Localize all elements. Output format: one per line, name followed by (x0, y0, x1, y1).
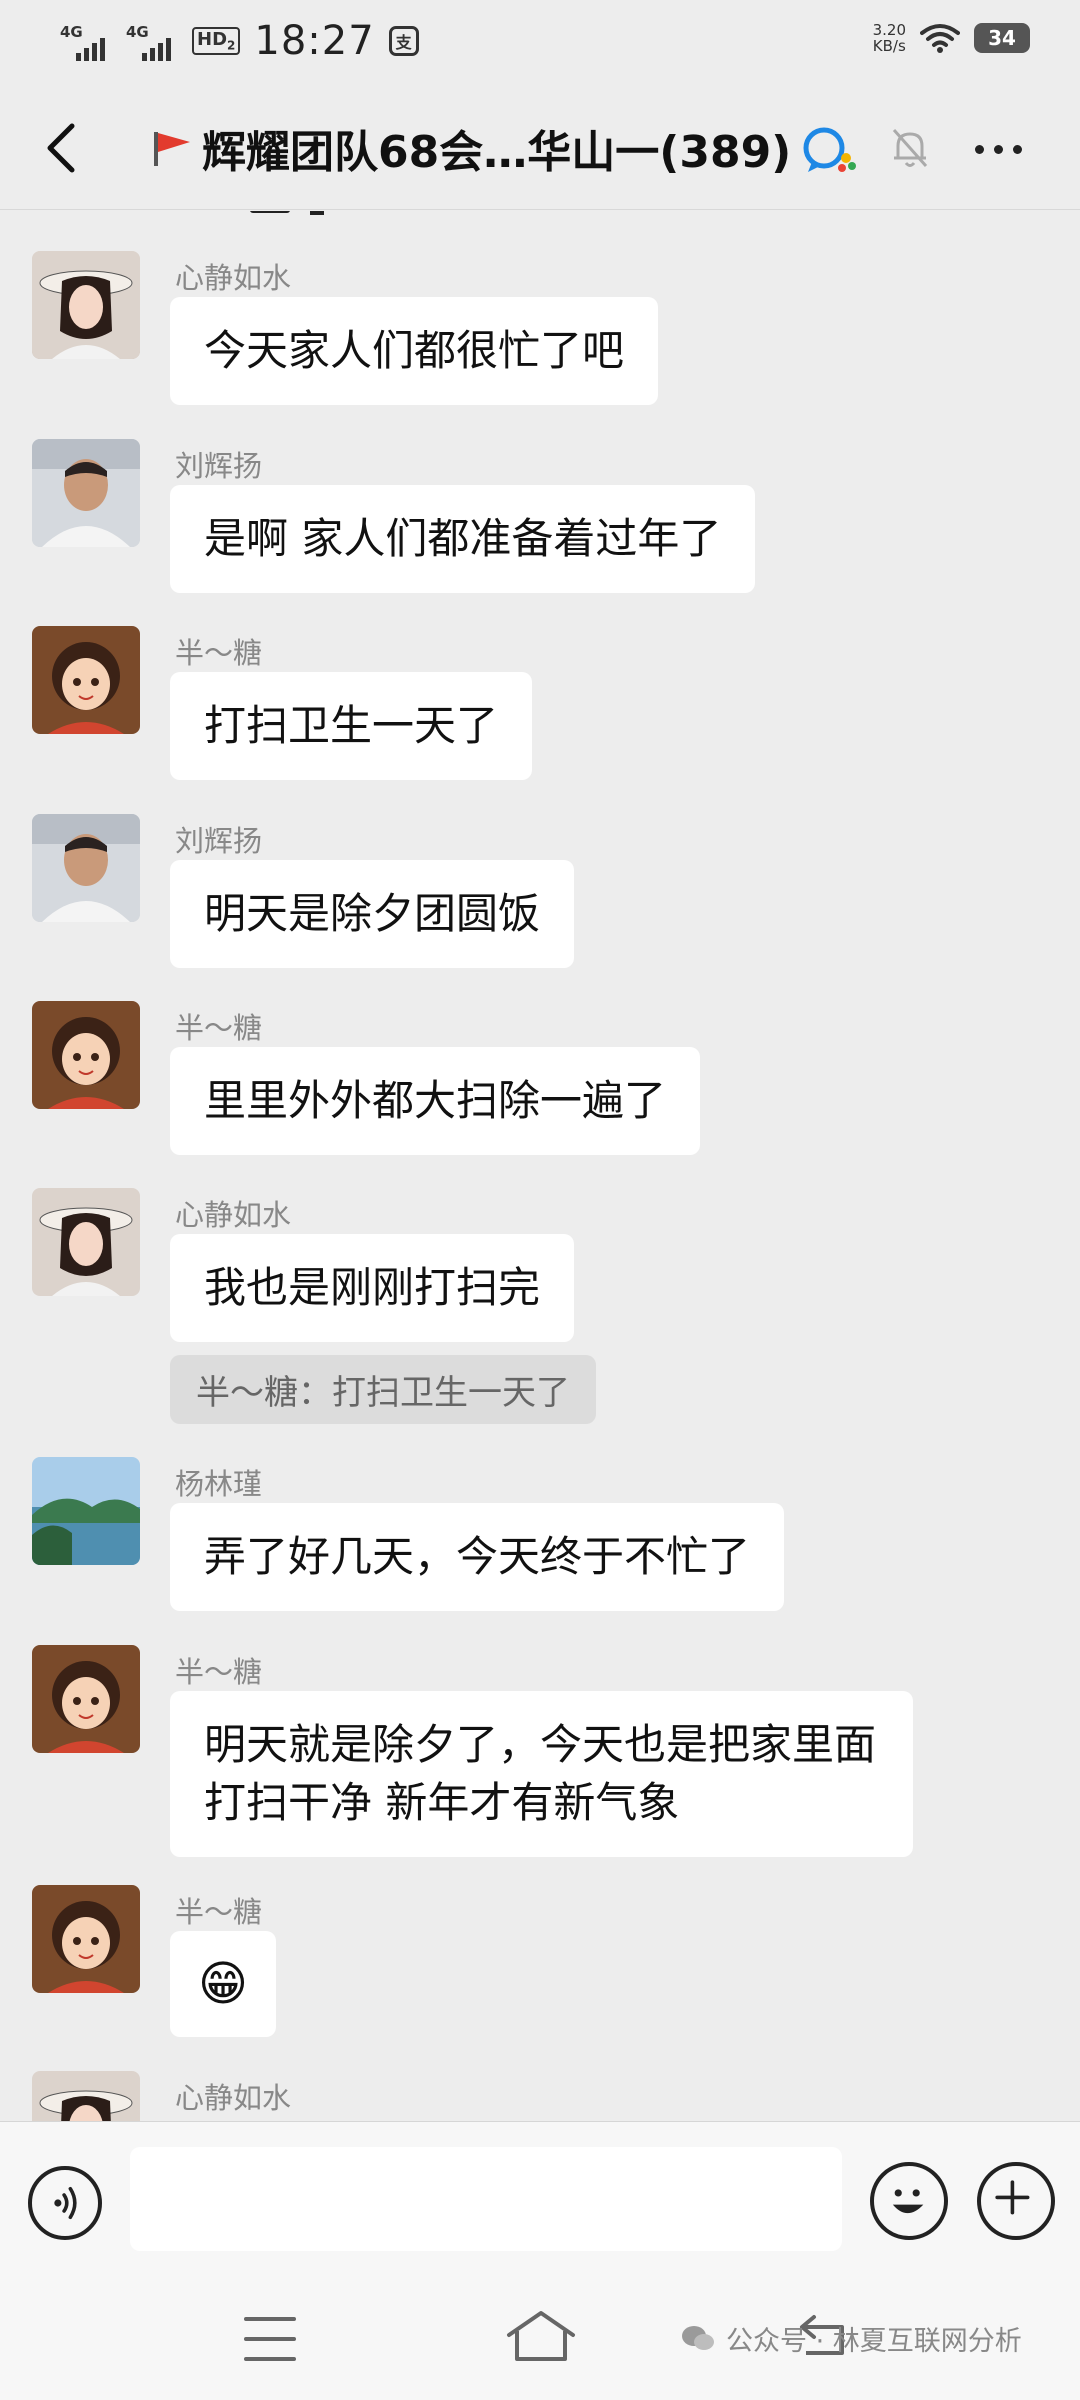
dot-icon (1013, 144, 1022, 154)
message-list[interactable]: 心静如水 今天家人们都很忙了吧 刘辉扬 是啊 家人们都准备着过年了 半～糖 打扫… (0, 211, 1080, 2121)
network-speed: 3.20 KB/s (873, 22, 906, 54)
battery-indicator: 34 (974, 23, 1030, 53)
message-bubble[interactable]: 里里外外都大扫除一遍了 (170, 1047, 701, 1155)
back-button[interactable] (40, 120, 84, 176)
sender-name: 刘辉扬 (175, 449, 263, 483)
enterprise-group-icon (803, 127, 856, 172)
emoji-button[interactable] (870, 2162, 948, 2240)
message-input-bar (0, 2121, 1080, 2281)
hd-label: HD (197, 29, 228, 51)
speed-value: 3.20 (872, 21, 906, 39)
dot-icon (975, 144, 984, 154)
system-navigation-bar: 公众号 · 林夏互联网分析 (0, 2281, 1080, 2400)
speed-unit: KB/s (872, 37, 906, 55)
clock: 18:27 (254, 18, 375, 64)
watermark: 公众号 · 林夏互联网分析 (680, 2319, 1022, 2358)
message-bubble[interactable]: 明天是除夕团圆饭 (170, 860, 575, 968)
previous-content-peek (250, 211, 324, 215)
avatar[interactable] (32, 626, 140, 734)
wechat-icon (682, 2325, 714, 2350)
sender-name: 心静如水 (175, 1198, 292, 1232)
menu-line-icon (244, 2317, 296, 2321)
emoji-message-bubble[interactable]: 😁 (170, 1931, 277, 2037)
avatar[interactable] (32, 1001, 140, 1109)
hd-sub: 2 (227, 38, 236, 53)
sender-name: 半～糖 (175, 1895, 263, 1929)
more-options-button[interactable] (975, 134, 1035, 164)
avatar[interactable] (32, 251, 140, 359)
avatar[interactable] (32, 1645, 140, 1753)
sender-name: 刘辉扬 (175, 824, 263, 858)
avatar[interactable] (32, 439, 140, 547)
sender-name: 半～糖 (175, 1011, 263, 1045)
red-flag-icon (154, 132, 190, 166)
avatar[interactable] (32, 1885, 140, 1993)
quoted-reply[interactable]: 半～糖：打扫卫生一天了 (170, 1355, 596, 1424)
chat-title[interactable]: 辉耀团队68会…华山一(389) (202, 116, 791, 180)
message-bubble[interactable]: 明天就是除夕了，今天也是把家里面打扫干净 新年才有新气象 (170, 1691, 913, 1857)
sender-name: 杨林瑾 (175, 1467, 263, 1501)
mute-bell-icon (892, 129, 928, 167)
hd-voice-badge: HD2 (192, 27, 241, 55)
wifi-icon (920, 24, 960, 53)
more-functions-plus-button[interactable] (977, 2162, 1055, 2240)
avatar[interactable] (32, 814, 140, 922)
payment-notification-icon: 支 (388, 26, 419, 56)
signal-icon-2: 4G (126, 21, 178, 61)
message-bubble[interactable]: 是啊 家人们都准备着过年了 (170, 485, 756, 593)
voice-input-button[interactable] (28, 2166, 102, 2240)
chat-header: 辉耀团队68会…华山一(389) (0, 80, 1080, 210)
menu-line-icon (244, 2337, 296, 2341)
message-text-input[interactable] (130, 2147, 842, 2251)
sender-name: 半～糖 (175, 1655, 263, 1689)
dot-icon (994, 144, 1003, 154)
avatar[interactable] (32, 1457, 140, 1565)
signal-icon-1: 4G (60, 21, 112, 61)
message-bubble[interactable]: 今天家人们都很忙了吧 (170, 297, 659, 405)
message-bubble[interactable]: 弄了好几天，今天终于不忙了 (170, 1503, 785, 1611)
avatar[interactable] (32, 1188, 140, 1296)
message-bubble[interactable]: 打扫卫生一天了 (170, 672, 533, 780)
sender-name: 半～糖 (175, 636, 263, 670)
message-bubble[interactable]: 我也是刚刚打扫完 (170, 1234, 575, 1342)
avatar[interactable] (32, 2071, 140, 2121)
nav-recent-apps-button[interactable] (244, 2317, 296, 2361)
status-bar: 4G 4G HD2 18:27 支 3.20 KB/s 34 (0, 0, 1080, 80)
sender-name: 心静如水 (175, 2081, 292, 2115)
sender-name: 心静如水 (175, 261, 292, 295)
watermark-text: 公众号 · 林夏互联网分析 (726, 2326, 1022, 2357)
nav-home-button[interactable] (505, 2309, 577, 2365)
menu-line-icon (244, 2357, 296, 2361)
